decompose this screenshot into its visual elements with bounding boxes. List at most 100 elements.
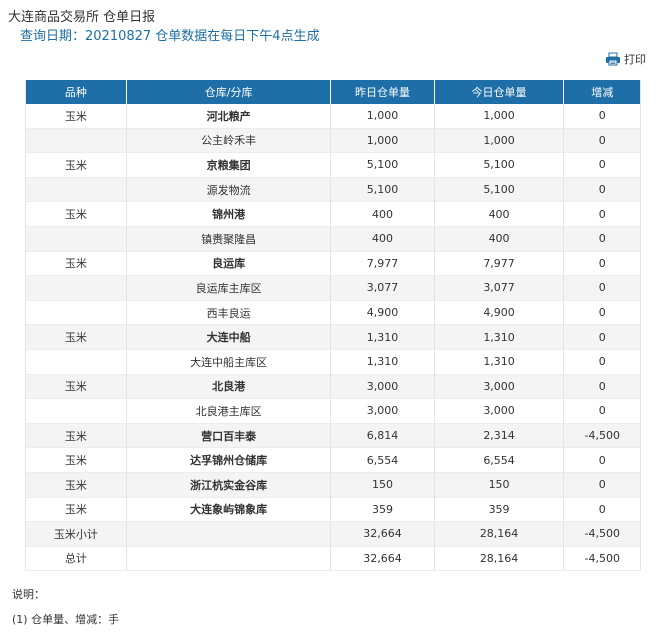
cell-warehouse: [126, 546, 332, 572]
cell-warehouse: 河北粮产: [126, 104, 332, 129]
print-label: 打印: [624, 53, 646, 66]
print-button[interactable]: 打印: [605, 51, 646, 67]
cell-prev-qty: 1,310: [330, 324, 435, 350]
column-header-today-qty: 今日仓单量: [434, 80, 565, 104]
cell-variety: [25, 300, 127, 326]
table-row: 玉米 良运库 7,977 7,977 0: [25, 251, 641, 277]
cell-warehouse: 公主岭禾丰: [126, 128, 332, 154]
table-row: 总计 32,664 28,164 -4,500: [25, 546, 641, 572]
table-header-row: 品种 仓库/分库 昨日仓单量 今日仓单量 增减: [25, 80, 641, 104]
cell-prev-qty: 32,664: [330, 546, 435, 572]
cell-change: 0: [563, 275, 641, 301]
cell-today-qty: 4,900: [434, 300, 565, 326]
warehouse-receipt-table: 品种 仓库/分库 昨日仓单量 今日仓单量 增减 玉米 河北粮产 1,000 1,000…: [25, 80, 641, 572]
cell-warehouse: 镇赉聚隆昌: [126, 226, 332, 252]
table-row: 公主岭禾丰 1,000 1,000 0: [25, 128, 641, 154]
cell-today-qty: 3,077: [434, 275, 565, 301]
cell-variety: 玉米: [25, 152, 127, 178]
cell-change: 0: [563, 497, 641, 523]
table-row: 玉米小计 32,664 28,164 -4,500: [25, 521, 641, 547]
cell-variety: [25, 275, 127, 301]
table-row: 玉米 北良港 3,000 3,000 0: [25, 374, 641, 400]
page-title: 大连商品交易所 仓单日报: [8, 10, 156, 25]
cell-today-qty: 150: [434, 472, 565, 498]
cell-today-qty: 7,977: [434, 251, 565, 277]
cell-variety: 总计: [25, 546, 127, 572]
cell-variety: [25, 226, 127, 252]
cell-variety: [25, 398, 127, 424]
cell-prev-qty: 4,900: [330, 300, 435, 326]
cell-warehouse: 达孚锦州仓储库: [126, 447, 332, 473]
cell-today-qty: 5,100: [434, 177, 565, 203]
cell-change: 0: [563, 374, 641, 400]
cell-today-qty: 400: [434, 226, 565, 252]
cell-today-qty: 1,310: [434, 324, 565, 350]
cell-change: 0: [563, 398, 641, 424]
cell-variety: 玉米: [25, 251, 127, 277]
cell-prev-qty: 150: [330, 472, 435, 498]
cell-warehouse: 大连中船: [126, 324, 332, 350]
table-row: 玉米 京粮集团 5,100 5,100 0: [25, 152, 641, 178]
cell-change: 0: [563, 104, 641, 129]
table-row: 大连中船主库区 1,310 1,310 0: [25, 349, 641, 375]
cell-today-qty: 5,100: [434, 152, 565, 178]
cell-variety: 玉米: [25, 324, 127, 350]
cell-variety: 玉米: [25, 497, 127, 523]
cell-warehouse: 良运库: [126, 251, 332, 277]
cell-warehouse: 良运库主库区: [126, 275, 332, 301]
cell-change: -4,500: [563, 521, 641, 547]
cell-prev-qty: 400: [330, 201, 435, 227]
cell-prev-qty: 3,000: [330, 398, 435, 424]
cell-prev-qty: 6,814: [330, 423, 435, 449]
table-row: 玉米 浙江杭实金谷库 150 150 0: [25, 472, 641, 498]
table-row: 玉米 营口百丰泰 6,814 2,314 -4,500: [25, 423, 641, 449]
cell-prev-qty: 6,554: [330, 447, 435, 473]
cell-today-qty: 1,000: [434, 104, 565, 129]
cell-prev-qty: 7,977: [330, 251, 435, 277]
cell-change: 0: [563, 152, 641, 178]
notes-line: (1) 仓单量、增减：手: [12, 613, 120, 626]
cell-change: 0: [563, 472, 641, 498]
table-row: 北良港主库区 3,000 3,000 0: [25, 398, 641, 424]
cell-prev-qty: 359: [330, 497, 435, 523]
cell-prev-qty: 32,664: [330, 521, 435, 547]
cell-warehouse: 营口百丰泰: [126, 423, 332, 449]
cell-variety: 玉米: [25, 423, 127, 449]
cell-warehouse: 大连象屿锦象库: [126, 497, 332, 523]
cell-change: 0: [563, 128, 641, 154]
cell-today-qty: 359: [434, 497, 565, 523]
cell-today-qty: 2,314: [434, 423, 565, 449]
cell-warehouse: 锦州港: [126, 201, 332, 227]
cell-change: 0: [563, 177, 641, 203]
query-date-line: 查询日期：20210827 仓单数据在每日下午4点生成: [20, 29, 320, 44]
cell-change: 0: [563, 251, 641, 277]
cell-warehouse: 浙江杭实金谷库: [126, 472, 332, 498]
table-row: 良运库主库区 3,077 3,077 0: [25, 275, 641, 301]
printer-icon: [605, 52, 621, 66]
cell-change: -4,500: [563, 546, 641, 572]
cell-today-qty: 1,000: [434, 128, 565, 154]
cell-variety: [25, 349, 127, 375]
cell-change: 0: [563, 349, 641, 375]
cell-prev-qty: 1,000: [330, 128, 435, 154]
column-header-prev-qty: 昨日仓单量: [330, 80, 435, 104]
table-row: 玉米 锦州港 400 400 0: [25, 201, 641, 227]
cell-change: 0: [563, 201, 641, 227]
cell-warehouse: [126, 521, 332, 547]
cell-change: 0: [563, 226, 641, 252]
cell-change: 0: [563, 324, 641, 350]
cell-change: -4,500: [563, 423, 641, 449]
cell-today-qty: 1,310: [434, 349, 565, 375]
cell-change: 0: [563, 300, 641, 326]
notes-title: 说明：: [12, 588, 45, 601]
cell-variety: 玉米: [25, 374, 127, 400]
cell-variety: [25, 128, 127, 154]
cell-today-qty: 400: [434, 201, 565, 227]
cell-variety: 玉米: [25, 472, 127, 498]
cell-variety: 玉米: [25, 201, 127, 227]
cell-prev-qty: 3,077: [330, 275, 435, 301]
cell-today-qty: 28,164: [434, 521, 565, 547]
cell-warehouse: 北良港主库区: [126, 398, 332, 424]
column-header-warehouse: 仓库/分库: [126, 80, 332, 104]
cell-warehouse: 大连中船主库区: [126, 349, 332, 375]
